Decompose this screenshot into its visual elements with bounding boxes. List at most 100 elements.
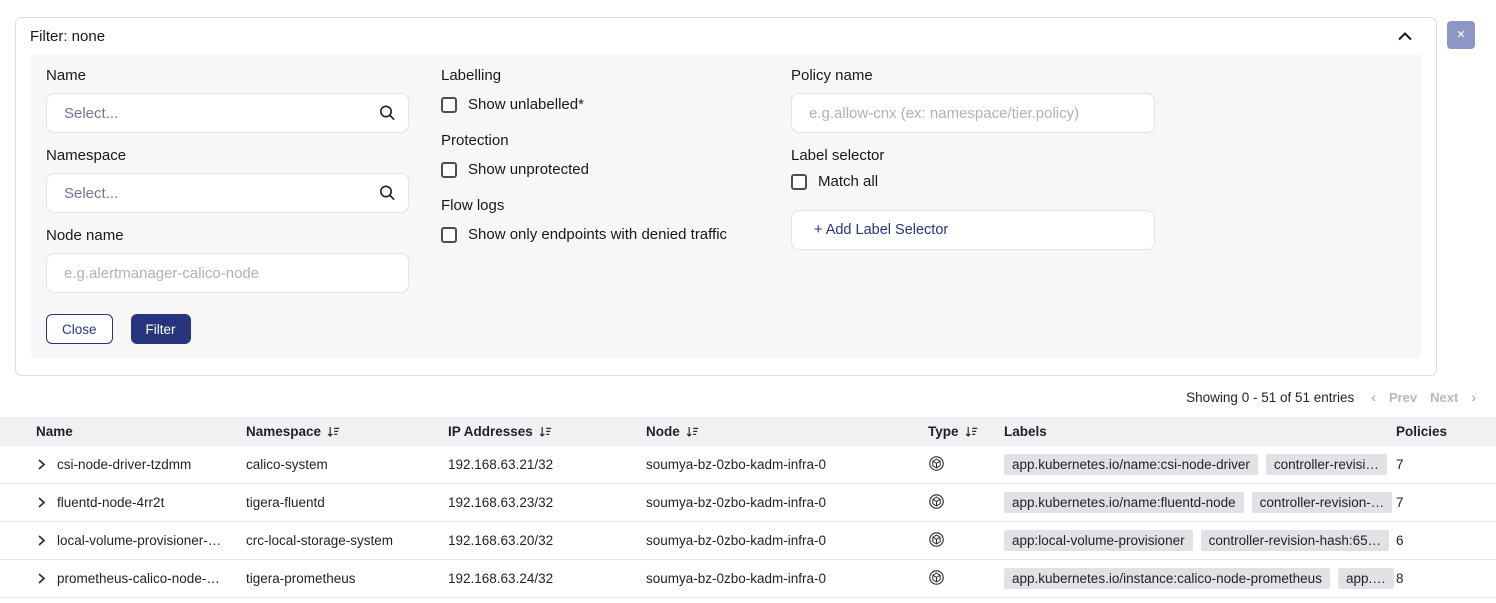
table-row[interactable]: local-volume-provisioner-… crc-local-sto… (0, 522, 1496, 560)
column-header-node[interactable]: Node (646, 424, 928, 439)
endpoint-name: local-volume-provisioner-… (57, 533, 221, 548)
column-header-name: Name (0, 424, 246, 439)
pod-type-icon (928, 536, 945, 551)
pod-type-icon (928, 460, 945, 475)
table-header-row: Name Namespace IP Addresses Node Type (0, 417, 1496, 446)
filter-row: Filter: none Name Namespace (0, 0, 1496, 376)
next-chevron-icon[interactable]: › (1471, 389, 1476, 405)
expand-row-icon[interactable] (36, 459, 47, 470)
endpoint-ip: 192.168.63.24/32 (448, 571, 646, 586)
policy-name-field-label: Policy name (791, 67, 1155, 84)
name-select-wrap (46, 93, 409, 133)
checkbox-icon[interactable] (441, 162, 457, 178)
search-icon (379, 185, 396, 202)
next-page-link[interactable]: Next (1430, 390, 1458, 405)
labels-cell: app.kubernetes.io/name:fluentd-node cont… (1004, 492, 1396, 513)
add-label-selector-button[interactable]: + Add Label Selector (791, 210, 1155, 250)
protection-label: Protection (441, 132, 776, 149)
show-unprotected-label: Show unprotected (468, 161, 589, 178)
column-header-namespace[interactable]: Namespace (246, 424, 448, 439)
column-header-type[interactable]: Type (928, 424, 1004, 439)
expand-row-icon[interactable] (36, 573, 47, 584)
policies-count: 7 (1396, 457, 1496, 472)
label-selector-label: Label selector (791, 147, 1155, 164)
labels-cell: app.kubernetes.io/name:csi-node-driver c… (1004, 454, 1396, 475)
filter-panel-header: Filter: none (16, 18, 1436, 54)
policies-count: 7 (1396, 495, 1496, 510)
pod-type-icon (928, 498, 945, 513)
labels-cell: app:local-volume-provisioner controller-… (1004, 530, 1396, 551)
label-chip: app:local-volume-provisioner (1004, 530, 1193, 551)
sort-icon[interactable] (965, 426, 978, 438)
prev-page-link[interactable]: Prev (1389, 390, 1417, 405)
sort-icon[interactable] (327, 426, 340, 438)
label-chip: controller-revision-hash:65… (1201, 530, 1390, 551)
column-header-policies: Policies (1396, 424, 1496, 439)
collapse-panel-button[interactable] (1396, 30, 1414, 43)
expand-row-icon[interactable] (36, 535, 47, 546)
flow-logs-group: Flow logs Show only endpoints with denie… (441, 197, 776, 243)
close-button[interactable]: Close (46, 314, 113, 344)
filter-form: Name Namespace Node name (31, 54, 1421, 359)
endpoint-node: soumya-bz-0zbo-kadm-infra-0 (646, 571, 928, 586)
dismiss-filter-button[interactable]: × (1447, 21, 1475, 49)
endpoint-ip: 192.168.63.20/32 (448, 533, 646, 548)
endpoint-namespace: crc-local-storage-system (246, 533, 448, 548)
denied-traffic-checkbox-row[interactable]: Show only endpoints with denied traffic (441, 226, 776, 243)
endpoint-namespace: calico-system (246, 457, 448, 472)
endpoint-ip: 192.168.63.21/32 (448, 457, 646, 472)
namespace-field-label: Namespace (46, 147, 409, 164)
denied-traffic-label: Show only endpoints with denied traffic (468, 226, 727, 243)
policy-name-input-wrap (791, 93, 1155, 133)
label-chip: controller-revision-… (1252, 492, 1393, 513)
node-name-field-label: Node name (46, 227, 409, 244)
table-row[interactable]: fluentd-node-4rr2t tigera-fluentd 192.16… (0, 484, 1496, 522)
name-field-label: Name (46, 67, 409, 84)
endpoint-namespace: tigera-prometheus (246, 571, 448, 586)
filter-col-middle: Labelling Show unlabelled* Protection Sh… (441, 67, 776, 344)
filter-buttons: Close Filter (46, 314, 409, 344)
filter-col-left: Name Namespace Node name (46, 67, 409, 344)
namespace-select-input[interactable] (46, 173, 409, 213)
prev-chevron-icon[interactable]: ‹ (1371, 389, 1376, 405)
sort-icon[interactable] (539, 426, 552, 438)
filter-title: Filter: none (30, 28, 105, 45)
labelling-label: Labelling (441, 67, 776, 84)
expand-row-icon[interactable] (36, 497, 47, 508)
filter-button[interactable]: Filter (131, 314, 191, 344)
chevron-up-icon (1398, 29, 1412, 44)
match-all-label: Match all (818, 173, 878, 190)
label-chip: app.kubernetes.io/name:fluentd-node (1004, 492, 1244, 513)
pagination-bar: Showing 0 - 51 of 51 entries ‹ Prev Next… (0, 376, 1496, 417)
endpoint-node: soumya-bz-0zbo-kadm-infra-0 (646, 533, 928, 548)
checkbox-icon[interactable] (791, 174, 807, 190)
flow-logs-label: Flow logs (441, 197, 776, 214)
policies-count: 6 (1396, 533, 1496, 548)
policy-name-input[interactable] (791, 93, 1155, 133)
checkbox-icon[interactable] (441, 97, 457, 113)
table-row[interactable]: prometheus-calico-node-… tigera-promethe… (0, 560, 1496, 598)
match-all-checkbox-row[interactable]: Match all (791, 173, 1155, 190)
table-row[interactable]: csi-node-driver-tzdmm calico-system 192.… (0, 446, 1496, 484)
name-select-input[interactable] (46, 93, 409, 133)
node-name-input[interactable] (46, 253, 409, 293)
labels-cell: app.kubernetes.io/instance:calico-node-p… (1004, 568, 1396, 589)
label-chip: app.kubernetes.io/instance:calico-node-p… (1004, 568, 1330, 589)
column-header-ip-addresses[interactable]: IP Addresses (448, 424, 646, 439)
sort-icon[interactable] (686, 426, 699, 438)
policies-count: 8 (1396, 571, 1496, 586)
node-name-input-wrap (46, 253, 409, 293)
entries-count-text: Showing 0 - 51 of 51 entries (1186, 390, 1354, 405)
label-chip: app.… (1338, 568, 1394, 589)
endpoint-namespace: tigera-fluentd (246, 495, 448, 510)
search-icon (379, 105, 396, 122)
checkbox-icon[interactable] (441, 227, 457, 243)
pager: ‹ Prev Next › (1371, 389, 1476, 405)
endpoint-node: soumya-bz-0zbo-kadm-infra-0 (646, 495, 928, 510)
show-unprotected-checkbox-row[interactable]: Show unprotected (441, 161, 776, 178)
labelling-group: Labelling Show unlabelled* (441, 67, 776, 113)
show-unlabelled-checkbox-row[interactable]: Show unlabelled* (441, 96, 776, 113)
label-chip: app.kubernetes.io/name:csi-node-driver (1004, 454, 1258, 475)
endpoints-table: Name Namespace IP Addresses Node Type (0, 417, 1496, 598)
endpoint-name: csi-node-driver-tzdmm (57, 457, 191, 472)
